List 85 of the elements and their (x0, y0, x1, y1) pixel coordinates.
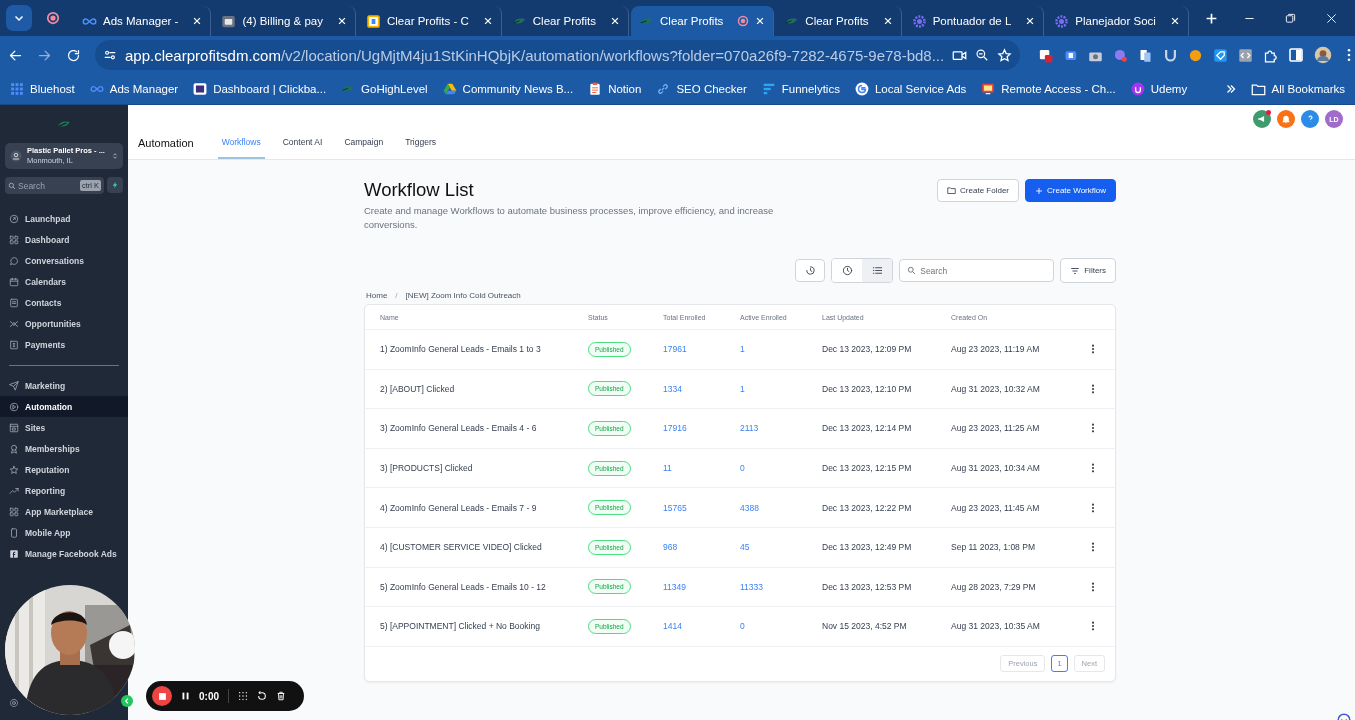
bookmark-link[interactable]: GoHighLevel (341, 82, 428, 96)
nav-item[interactable]: Dashboard (0, 229, 128, 250)
nav-item[interactable]: Reporting (0, 480, 128, 501)
table-cell: 11333 (740, 581, 763, 592)
breadcrumb-link[interactable]: Home (366, 291, 388, 300)
table-cell: 17916 (663, 423, 687, 434)
workflow-name: 4) [CUSTOMER SERVICE VIDEO] Clicked (380, 542, 543, 553)
nav-item[interactable]: Opportunities (0, 313, 128, 334)
workflow-name: 5) ZoomInfo General Leads - Emails 10 - 12 (380, 581, 547, 592)
workflow-name: 3) ZoomInfo General Leads - Emails 4 - 6 (380, 423, 538, 434)
table-cell: 4388 (740, 502, 759, 513)
address-bar[interactable]: app.clearprofitsdm.com/v2/location/UgMjtM4ju1StKinHQbjK/automation/workflows?folder=070a26f9-7282-4675-9e78-bd8... (95, 40, 1021, 70)
bookmark-link[interactable]: Udemy (1130, 82, 1188, 96)
bookmark-link[interactable]: Ads Manager (89, 82, 179, 96)
table-cell-text: Aug 23 2023, 11:19 AM (951, 344, 1041, 355)
workflow-name: 5) [APPOINTMENT] Clicked + No Booking (380, 621, 541, 632)
nav-item[interactable]: Launchpad (0, 208, 128, 229)
workflow-name: 1) ZoomInfo General Leads - Emails 1 to 3 (380, 344, 542, 355)
table-cell: 45 (740, 542, 750, 553)
table-cell-text: Dec 13 2023, 12:10 PM (822, 383, 913, 394)
nav-item[interactable]: Manage Facebook Ads (0, 543, 128, 564)
table-cell-text: Dec 13 2023, 12:15 PM (822, 463, 913, 474)
workflow-name: 4) ZoomInfo General Leads - Emails 7 - 9 (380, 502, 538, 513)
bookmark-link[interactable]: Notion (588, 82, 642, 96)
table-cell: 15765 (663, 502, 687, 513)
page-description: Create and manage Workflows to automate business processes, improve efficiency, and increase conversions. (364, 204, 775, 232)
nav-item[interactable]: Marketing (0, 375, 128, 396)
nav-item[interactable]: Reputation (0, 459, 128, 480)
nav-tab[interactable]: Content AI (278, 137, 327, 159)
browser-tab[interactable]: Clear Profits (631, 6, 775, 36)
filters-button[interactable]: Filters (1060, 258, 1116, 283)
bookmark-link[interactable]: Community News B... (442, 82, 574, 96)
nav-tab[interactable]: Campaign (340, 137, 388, 159)
nav-item[interactable]: Conversations (0, 250, 128, 271)
table-cell-text: Aug 31 2023, 10:35 AM (951, 621, 1041, 632)
table-cell-text: Dec 13 2023, 12:09 PM (822, 344, 913, 355)
table-cell-text: Aug 31 2023, 10:32 AM (951, 383, 1041, 394)
table-cell: 1 (740, 383, 745, 394)
nav-tab[interactable]: Workflows (217, 137, 265, 159)
page-title: Workflow List (364, 179, 475, 201)
table-cell: 0 (740, 463, 745, 474)
create-folder-button[interactable]: Create Folder (937, 179, 1019, 202)
workflow-name: 3) [PRODUCTS] Clicked (380, 463, 474, 474)
table-cell-text: Aug 23 2023, 11:45 AM (951, 502, 1041, 513)
table-cell-text: Dec 13 2023, 12:53 PM (822, 581, 913, 592)
table-cell-text: Aug 23 2023, 11:25 AM (951, 423, 1041, 434)
nav-item[interactable]: Sites (0, 417, 128, 438)
table-cell-text: Dec 13 2023, 12:22 PM (822, 502, 913, 513)
table-cell-text: Sep 11 2023, 1:08 PM (951, 542, 1036, 553)
nav-item[interactable]: Calendars (0, 271, 128, 292)
breadcrumb-link[interactable]: [NEW] Zoom Info Cold Outreach (405, 291, 521, 300)
bookmark-link[interactable]: Remote Access - Ch... (981, 82, 1116, 96)
breadcrumb-separator: / (395, 291, 398, 300)
search-field[interactable]: Search (899, 259, 1055, 282)
section-title: Automation (138, 137, 194, 149)
nav-tab[interactable]: Triggers (401, 137, 440, 159)
nav-item[interactable]: Mobile App (0, 522, 128, 543)
table-cell-text: Nov 15 2023, 4:52 PM (822, 621, 908, 632)
table-cell: 1334 (663, 383, 682, 394)
nav-item[interactable]: Contacts (0, 292, 128, 313)
table-cell-text: Dec 13 2023, 12:14 PM (822, 423, 913, 434)
create-workflow-button[interactable]: Create Workflow (1025, 179, 1116, 202)
table-cell: 968 (663, 542, 678, 553)
nav-item[interactable]: App Marketplace (0, 501, 128, 522)
bookmark-folder[interactable]: All Bookmarks (1250, 81, 1345, 97)
bookmark-link[interactable]: Funnelytics (761, 82, 840, 96)
table-cell: 2113 (740, 423, 759, 434)
nav-item[interactable]: Automation (0, 396, 128, 417)
table-cell: 0 (740, 621, 745, 632)
table-cell-text: Aug 28 2023, 7:29 PM (951, 581, 1037, 592)
nav-item[interactable]: Memberships (0, 438, 128, 459)
table-cell: 1414 (663, 621, 682, 632)
nav-item[interactable]: Payments (0, 334, 128, 355)
table-cell-text: Aug 31 2023, 10:34 AM (951, 463, 1041, 474)
bookmark-link[interactable]: SEO Checker (656, 82, 747, 96)
table-cell: 17961 (663, 344, 687, 355)
bookmark-link[interactable]: Dashboard | Clickba... (193, 82, 327, 96)
bookmark-link[interactable]: Bluehost (10, 82, 75, 96)
table-cell: 1 (740, 344, 745, 355)
table-cell: 11 (663, 463, 672, 474)
table-cell: 11349 (663, 581, 686, 592)
recording-timer: 0:00 (199, 690, 219, 702)
workflow-name: 2) [ABOUT] Clicked (380, 383, 456, 394)
bookmark-link[interactable]: Local Service Ads (854, 82, 967, 96)
table-cell-text: Dec 13 2023, 12:49 PM (822, 542, 913, 553)
